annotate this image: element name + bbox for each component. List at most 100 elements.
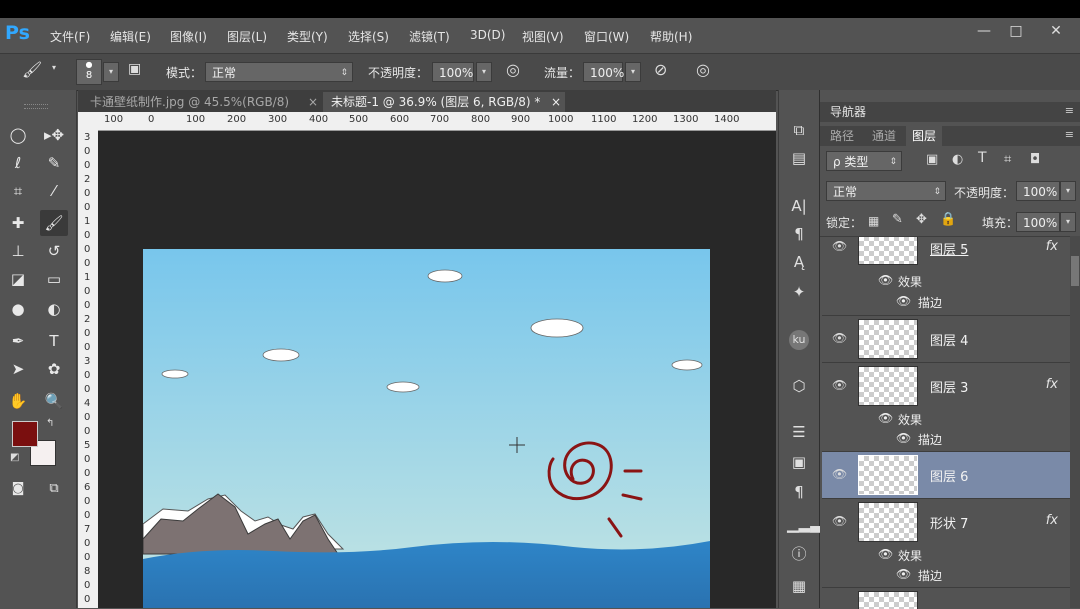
- menu-file[interactable]: 文件(F): [50, 28, 90, 45]
- menu-view[interactable]: 视图(V): [522, 28, 564, 45]
- menu-filter[interactable]: 滤镜(T): [409, 28, 450, 45]
- layer-name[interactable]: 图层 4: [930, 330, 968, 349]
- vertical-ruler[interactable]: 3 0 0 2 0 0 1 0 0 0 1 0 0 2 0 0 3 0 0 4 0 0 5 0 0 6 0 0 7 0 0 8 0 0: [78, 130, 99, 608]
- effect-eye-icon[interactable]: 👁: [896, 294, 911, 308]
- flow-dropdown[interactable]: ▾: [625, 62, 641, 82]
- minimize-button[interactable]: —: [968, 20, 1000, 42]
- paragraph-styles-icon[interactable]: ¶: [787, 480, 811, 504]
- layer-opacity-input[interactable]: 100%: [1016, 181, 1060, 201]
- tab-paths[interactable]: 路径: [824, 126, 860, 146]
- glyphs-panel-icon[interactable]: Ą: [787, 250, 811, 274]
- type-filter-icon[interactable]: T: [978, 150, 987, 166]
- brush-size-dropdown[interactable]: ▾: [103, 62, 119, 82]
- adjustments-panel-icon[interactable]: ☰: [787, 420, 811, 444]
- tab-layers[interactable]: 图层: [906, 126, 943, 146]
- effect-eye-icon[interactable]: 👁: [878, 273, 893, 287]
- layer-opacity-dropdown[interactable]: ▾: [1060, 181, 1076, 201]
- flow-input[interactable]: 100%: [583, 62, 624, 82]
- paragraph-panel-icon[interactable]: ¶: [787, 222, 811, 246]
- kuler-icon[interactable]: ku: [789, 330, 809, 350]
- smart-object-filter-icon[interactable]: ◘: [1030, 152, 1040, 167]
- history-brush-icon[interactable]: ↺: [40, 238, 68, 264]
- visibility-eye-icon[interactable]: 👁: [832, 331, 847, 345]
- tab-channels[interactable]: 通道: [866, 126, 902, 146]
- hand-icon[interactable]: ✋: [4, 388, 32, 414]
- crop-icon[interactable]: ⌗: [4, 178, 32, 204]
- shape-filter-icon[interactable]: ⌗: [1004, 152, 1011, 167]
- layer-row[interactable]: 👁 图层 3 fx 👁 效果 👁 描边: [822, 363, 1070, 452]
- adjustment-filter-icon[interactable]: ◐: [952, 152, 963, 167]
- layer-row-selected[interactable]: 👁 图层 6: [822, 452, 1070, 499]
- effect-eye-icon[interactable]: 👁: [878, 411, 893, 425]
- toolbox-grip[interactable]: [24, 104, 48, 109]
- default-colors-icon[interactable]: ◩: [10, 452, 19, 463]
- menu-3d[interactable]: 3D(D): [470, 28, 505, 42]
- brush-icon[interactable]: 🖌: [40, 210, 68, 236]
- lasso-icon[interactable]: ℓ: [4, 150, 32, 176]
- rect-marquee-icon[interactable]: ◯: [4, 122, 32, 148]
- blur-icon[interactable]: ●: [4, 296, 32, 322]
- fx-icon[interactable]: fx: [1046, 239, 1058, 254]
- properties-panel-icon[interactable]: ▣: [787, 450, 811, 474]
- blend-mode-select[interactable]: 正常 ⇕: [826, 181, 946, 201]
- visibility-eye-icon[interactable]: 👁: [832, 378, 847, 392]
- lock-transparent-icon[interactable]: ▦: [868, 214, 879, 228]
- menu-window[interactable]: 窗口(W): [584, 28, 629, 45]
- layer-name[interactable]: 图层 6: [930, 466, 968, 485]
- tab-untitled-1[interactable]: 未标题-1 @ 36.9% (图层 6, RGB/8) * ×: [323, 92, 565, 112]
- path-select-icon[interactable]: ➤: [4, 356, 32, 382]
- effect-eye-icon[interactable]: 👁: [896, 431, 911, 445]
- maximize-button[interactable]: □: [1000, 20, 1032, 42]
- fill-input[interactable]: 100%: [1016, 212, 1060, 232]
- opacity-input[interactable]: 100%: [432, 62, 474, 82]
- quick-select-icon[interactable]: ✎: [40, 150, 68, 176]
- quick-mask-icon[interactable]: ◙: [4, 476, 32, 502]
- foreground-color-front[interactable]: [12, 421, 38, 447]
- tab-navigator[interactable]: 导航器: [824, 102, 872, 122]
- layer-row[interactable]: 👁 图层 5 fx 👁 效果 👁 描边: [822, 237, 1070, 316]
- scrollbar-thumb[interactable]: [1071, 256, 1079, 286]
- lock-all-icon[interactable]: 🔒: [940, 212, 956, 227]
- close-button[interactable]: ✕: [1040, 20, 1072, 42]
- zoom-icon[interactable]: 🔍: [40, 388, 68, 414]
- layer-row[interactable]: 👁 图层 4: [822, 316, 1070, 363]
- brush-preset-icon[interactable]: 🖌: [22, 60, 42, 79]
- menu-edit[interactable]: 编辑(E): [110, 28, 151, 45]
- screen-mode-icon[interactable]: ⧉: [40, 476, 68, 502]
- eyedropper-icon[interactable]: ⁄: [40, 178, 68, 204]
- fx-icon[interactable]: fx: [1046, 513, 1058, 528]
- fx-icon[interactable]: fx: [1046, 377, 1058, 392]
- healing-icon[interactable]: ✚: [4, 210, 32, 236]
- visibility-eye-icon[interactable]: 👁: [832, 514, 847, 528]
- eraser-icon[interactable]: ◪: [4, 266, 32, 292]
- layer-row[interactable]: [822, 588, 1070, 609]
- pressure-size-icon[interactable]: ◎: [696, 60, 710, 79]
- opacity-dropdown[interactable]: ▾: [476, 62, 492, 82]
- effect-eye-icon[interactable]: 👁: [878, 547, 893, 561]
- panel-menu-icon[interactable]: ≡: [1065, 128, 1074, 141]
- layer-row[interactable]: 👁 形状 7 fx 👁 效果 👁 描边: [822, 499, 1070, 588]
- history-panel-icon[interactable]: ⧉: [787, 118, 811, 142]
- menu-help[interactable]: 帮助(H): [650, 28, 692, 45]
- pressure-opacity-icon[interactable]: ◎: [506, 60, 520, 79]
- actions-panel-icon[interactable]: ▤: [787, 146, 811, 170]
- 3d-panel-icon[interactable]: ⬡: [787, 374, 811, 398]
- chevron-down-icon[interactable]: ▾: [52, 63, 56, 72]
- canvas-area[interactable]: [98, 131, 776, 608]
- tab-close-icon[interactable]: ×: [308, 92, 318, 112]
- brush-panel-icon[interactable]: ✦: [787, 280, 811, 304]
- layer-name[interactable]: 图层 5: [930, 239, 968, 258]
- pen-icon[interactable]: ✒: [4, 328, 32, 354]
- brush-size-picker[interactable]: ● 8: [76, 59, 102, 85]
- effect-eye-icon[interactable]: 👁: [896, 567, 911, 581]
- shape-icon[interactable]: ✿: [40, 356, 68, 382]
- move-icon[interactable]: ▸✥: [40, 122, 68, 148]
- menu-layer[interactable]: 图层(L): [227, 28, 267, 45]
- pixel-filter-icon[interactable]: ▣: [926, 152, 938, 167]
- fill-dropdown[interactable]: ▾: [1060, 212, 1076, 232]
- visibility-eye-icon[interactable]: 👁: [832, 239, 847, 253]
- menu-select[interactable]: 选择(S): [348, 28, 389, 45]
- type-icon[interactable]: T: [40, 328, 68, 354]
- layer-name[interactable]: 图层 3: [930, 377, 968, 396]
- lock-position-icon[interactable]: ✥: [916, 212, 927, 227]
